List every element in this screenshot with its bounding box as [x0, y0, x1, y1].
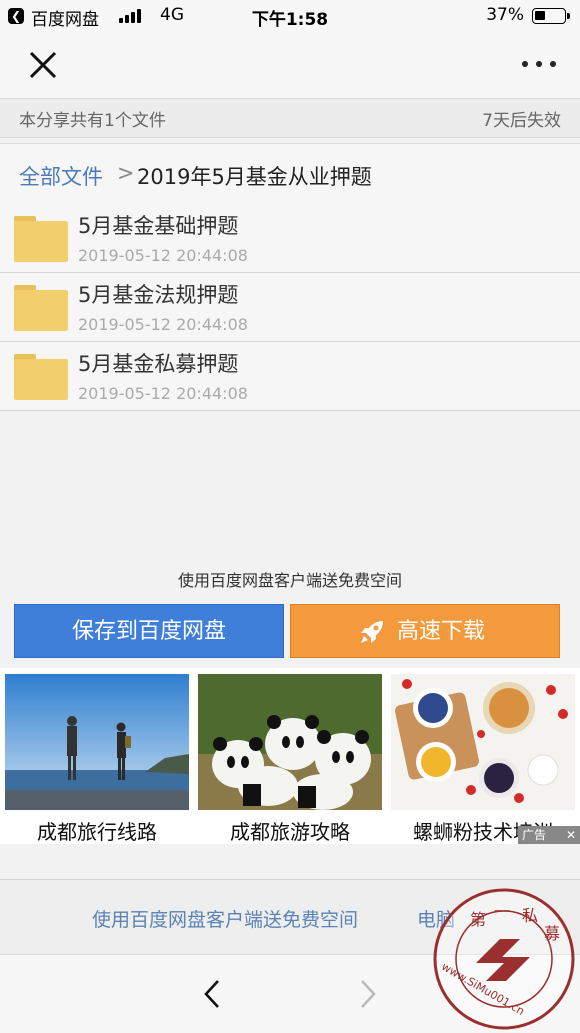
folder-item[interactable]: 5月基金法规押题 2019-05-12 20:44:08 — [0, 273, 580, 342]
svg-text:第: 第 — [470, 910, 486, 929]
ad-image-coast-hikers — [5, 674, 189, 810]
folder-name: 5月基金法规押题 — [78, 283, 239, 307]
save-to-netdisk-button[interactable]: 保存到百度网盘 — [14, 604, 284, 658]
folder-item[interactable]: 5月基金私募押题 2019-05-12 20:44:08 — [0, 342, 580, 411]
ad-close-icon[interactable]: ✕ — [566, 826, 576, 844]
nav-bar — [0, 32, 580, 99]
promo-text: 使用百度网盘客户端送免费空间 — [177, 571, 402, 590]
client-promo-link[interactable]: 使用百度网盘客户端送免费空间 — [92, 905, 358, 932]
folder-date: 2019-05-12 20:44:08 — [78, 246, 248, 265]
fast-download-label: 高速下载 — [397, 619, 486, 644]
folder-name: 5月基金私募押题 — [78, 352, 239, 376]
ad-label: 广告 — [522, 828, 547, 842]
breadcrumb-current: 2019年5月基金从业押题 — [137, 165, 372, 189]
folder-date: 2019-05-12 20:44:08 — [78, 315, 248, 334]
battery-icon — [532, 8, 570, 24]
svg-text:募: 募 — [544, 924, 560, 943]
watermark-seal-icon: 一 私 募 第 www.SiMu001.cn — [433, 888, 575, 1030]
fast-download-button[interactable]: 高速下载 — [290, 604, 560, 658]
ad-caption: 成都旅游攻略 — [230, 820, 350, 844]
breadcrumb-root-link[interactable]: 全部文件 — [19, 161, 103, 191]
breadcrumb: 全部文件 > 2019年5月基金从业押题 — [0, 143, 580, 205]
battery-percent: 37% — [486, 5, 524, 25]
back-arrow-icon[interactable] — [198, 977, 228, 1011]
file-count-text: 本分享共有1个文件 — [19, 111, 166, 131]
ad-image-food — [391, 674, 575, 810]
folder-date: 2019-05-12 20:44:08 — [78, 384, 248, 403]
ad-caption: 成都旅行线路 — [37, 820, 157, 844]
ad-image-pandas — [198, 674, 382, 810]
ad-item[interactable]: 成都旅游攻略 — [198, 674, 382, 845]
folder-icon — [14, 216, 68, 262]
file-list: 5月基金基础押题 2019-05-12 20:44:08 5月基金法规押题 20… — [0, 204, 580, 411]
status-bar: ❮ 百度网盘 4G 下午1:58 37% — [0, 0, 580, 32]
breadcrumb-separator: > — [117, 161, 135, 185]
folder-name: 5月基金基础押题 — [78, 214, 239, 238]
ad-banner: 成都旅行线路 成都旅游攻略 螺蛳粉技术培训 广告 ✕ — [0, 668, 580, 844]
svg-text:私: 私 — [522, 906, 538, 925]
ad-item[interactable]: 成都旅行线路 — [5, 674, 189, 845]
folder-item[interactable]: 5月基金基础押题 2019-05-12 20:44:08 — [0, 204, 580, 273]
more-options-icon[interactable] — [522, 58, 556, 72]
folder-icon — [14, 354, 68, 400]
expire-text: 7天后失效 — [482, 111, 561, 131]
svg-text:一: 一 — [494, 902, 510, 921]
share-info-bar: 本分享共有1个文件 7天后失效 — [0, 99, 580, 138]
ad-badge: 广告 ✕ — [518, 826, 580, 844]
rocket-icon — [361, 621, 383, 643]
forward-arrow-icon[interactable] — [352, 977, 382, 1011]
ad-item[interactable]: 螺蛳粉技术培训 — [391, 674, 575, 845]
close-icon[interactable] — [26, 48, 60, 82]
folder-icon — [14, 285, 68, 331]
